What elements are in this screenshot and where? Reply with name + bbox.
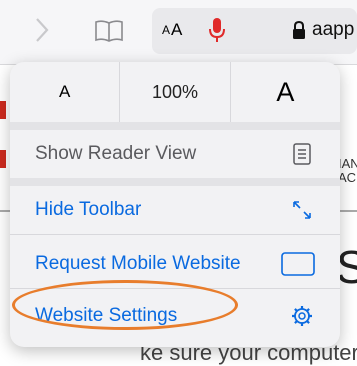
page-divider bbox=[340, 210, 357, 212]
microphone-icon bbox=[209, 18, 225, 42]
reader-view-icon bbox=[288, 140, 316, 168]
zoom-level: 100% bbox=[119, 62, 229, 122]
menu-divider bbox=[10, 122, 340, 130]
url-text[interactable]: aapp bbox=[312, 14, 354, 46]
collapse-arrows-icon bbox=[288, 196, 316, 224]
browser-toolbar: AA aapp bbox=[0, 0, 357, 65]
gear-icon bbox=[288, 302, 316, 330]
increase-text-size-button[interactable]: A bbox=[229, 62, 340, 122]
text-size-row: A 100% A bbox=[10, 62, 340, 122]
menu-item-label: Show Reader View bbox=[35, 143, 197, 164]
page-text-fragment: AC bbox=[338, 170, 357, 185]
text-size-large-a: A bbox=[171, 20, 183, 39]
secure-lock bbox=[290, 18, 308, 42]
bookmarks-button[interactable] bbox=[94, 18, 124, 44]
text-size-button[interactable]: AA bbox=[162, 14, 182, 46]
menu-item-hide-toolbar[interactable]: Hide Toolbar bbox=[10, 186, 340, 234]
page-red-marker bbox=[0, 150, 6, 168]
menu-item-label: Hide Toolbar bbox=[35, 199, 142, 220]
forward-button[interactable] bbox=[30, 14, 54, 46]
menu-divider bbox=[10, 178, 340, 186]
book-icon bbox=[95, 20, 123, 42]
menu-item-website-settings[interactable]: Website Settings bbox=[10, 292, 340, 340]
menu-item-label: Website Settings bbox=[35, 305, 178, 326]
menu-item-label: Request Mobile Website bbox=[35, 253, 241, 274]
chevron-right-icon bbox=[36, 18, 49, 42]
page-settings-menu: A 100% A Show Reader View Hide Toolbar R… bbox=[10, 62, 340, 347]
menu-item-request-mobile-website[interactable]: Request Mobile Website bbox=[10, 240, 340, 288]
mobile-frame-icon bbox=[280, 250, 316, 278]
page-text-fragment: IAN bbox=[338, 156, 357, 171]
menu-divider bbox=[10, 234, 340, 235]
menu-item-show-reader-view[interactable]: Show Reader View bbox=[10, 130, 340, 178]
menu-divider bbox=[10, 288, 340, 289]
text-size-small-a: A bbox=[162, 23, 171, 37]
lock-icon bbox=[293, 20, 305, 39]
dictation-button[interactable] bbox=[206, 14, 228, 46]
decrease-text-size-button[interactable]: A bbox=[10, 62, 119, 122]
page-red-marker bbox=[0, 101, 6, 119]
